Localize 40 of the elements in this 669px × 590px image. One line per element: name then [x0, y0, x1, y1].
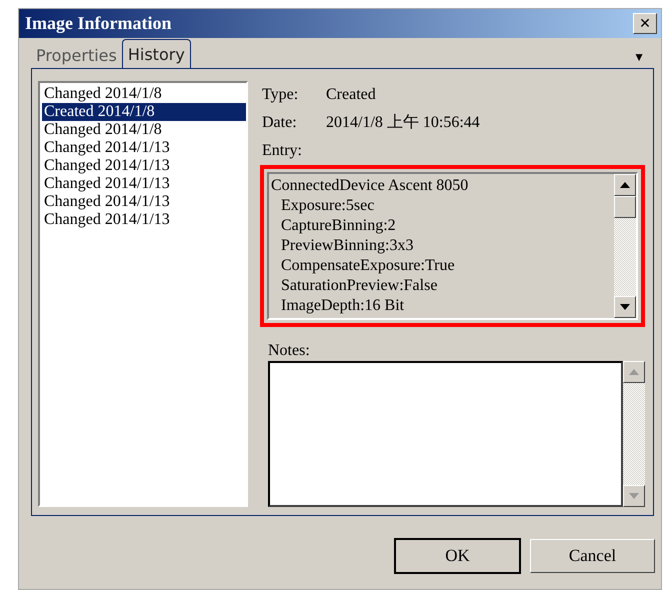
up-arrow-icon [620, 182, 630, 188]
history-item[interactable]: Changed 2014/1/13 [42, 139, 246, 157]
history-item[interactable]: Changed 2014/1/13 [42, 175, 246, 193]
history-item[interactable]: Changed 2014/1/8 [42, 121, 246, 139]
notes-field[interactable] [268, 361, 623, 507]
entry-line: Exposure:5sec [280, 196, 376, 216]
entry-line: ConnectedDevice Ascent 8050 [271, 176, 470, 196]
history-item[interactable]: Changed 2014/1/13 [42, 211, 246, 229]
entry-line: CompensateExposure:True [280, 256, 456, 276]
history-item[interactable]: Changed 2014/1/8 [42, 85, 246, 103]
down-arrow-icon [629, 493, 639, 499]
window-title: Image Information [25, 13, 172, 34]
scrollbar[interactable] [623, 361, 645, 507]
scroll-up-button[interactable] [614, 174, 636, 196]
cancel-button[interactable]: Cancel [530, 539, 655, 573]
tab[interactable]: History [122, 39, 191, 69]
history-item[interactable]: Changed 2014/1/13 [42, 157, 246, 175]
tab-menu-button[interactable]: ▼ [627, 50, 651, 68]
entry-line: SaturationPreview:False [280, 276, 438, 296]
entry-line: CaptureBinning:2 [280, 216, 397, 236]
close-button[interactable]: ✕ [633, 13, 657, 34]
detail-value: Created [326, 85, 376, 105]
detail-label: Date: [262, 113, 298, 133]
history-item[interactable]: Changed 2014/1/13 [42, 193, 246, 211]
up-arrow-icon [629, 369, 639, 375]
scroll-down-button[interactable] [614, 296, 636, 318]
detail-value: 2014/1/8 上午 10:56:44 [326, 112, 480, 133]
ok-button[interactable]: OK [395, 539, 520, 573]
history-item[interactable]: Created 2014/1/8 [42, 103, 246, 121]
tab[interactable]: Properties [31, 42, 122, 68]
down-arrow-icon [620, 304, 630, 310]
entry-label: Entry: [262, 141, 303, 161]
entry-line: ImageDepth:16 Bit [280, 296, 406, 316]
detail-label: Type: [262, 85, 300, 105]
scroll-thumb[interactable] [614, 196, 636, 218]
entry-line: PreviewBinning:3x3 [280, 236, 414, 256]
scrollbar[interactable] [614, 174, 636, 318]
scroll-up-button[interactable] [623, 361, 645, 383]
scroll-down-button[interactable] [623, 485, 645, 507]
notes-label: Notes: [267, 341, 311, 361]
